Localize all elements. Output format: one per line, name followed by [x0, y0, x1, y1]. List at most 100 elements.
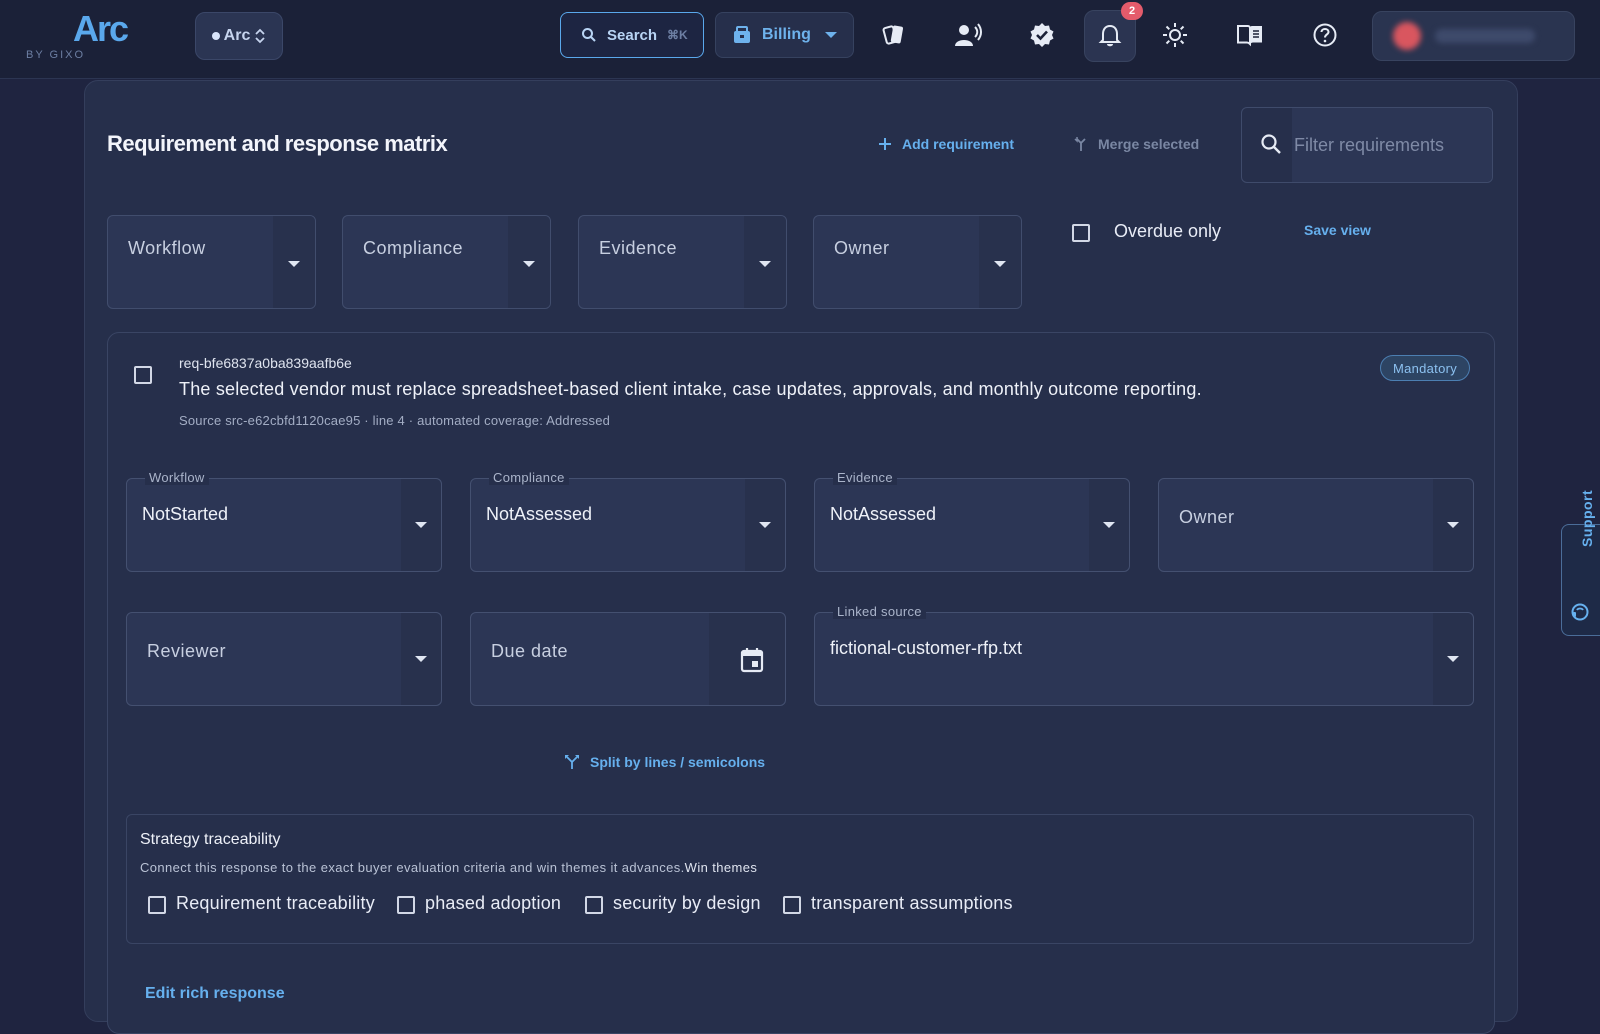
workspace-switcher[interactable]: Arc — [195, 12, 283, 60]
strategy-description: Connect this response to the exact buyer… — [140, 860, 757, 875]
chevron-down-icon — [759, 522, 771, 528]
add-requirement-button[interactable]: Add requirement — [878, 136, 1014, 152]
unfold-icon — [255, 28, 265, 44]
chevron-down-icon — [415, 522, 427, 528]
linked-source-select[interactable]: Linked source fictional-customer-rfp.txt — [814, 604, 1474, 706]
evidence-select[interactable]: Evidence NotAssessed — [814, 470, 1130, 572]
page-title: Requirement and response matrix — [107, 131, 448, 156]
theme-checkbox-phased-adoption[interactable] — [397, 896, 415, 914]
compliance-filter-label: Compliance — [363, 238, 464, 258]
requirement-select-checkbox[interactable] — [134, 366, 152, 384]
merge-icon — [1074, 137, 1086, 151]
requirement-text: The selected vendor must replace spreads… — [179, 379, 1202, 399]
reviewer-placeholder: Reviewer — [147, 641, 227, 661]
top-bar: Arc BY GIXO Arc Search ⌘K Billing 2 — [0, 0, 1600, 79]
billing-menu-button[interactable]: Billing — [715, 12, 854, 58]
logo-subtitle: BY GIXO — [26, 49, 86, 61]
search-shortcut: ⌘K — [667, 28, 688, 42]
theme-label[interactable]: phased adoption — [425, 893, 561, 914]
owner-select[interactable]: Owner — [1158, 478, 1474, 572]
workflow-filter-select[interactable]: Workflow — [107, 215, 316, 309]
workflow-select[interactable]: Workflow NotStarted — [126, 470, 442, 572]
chevron-down-icon — [415, 656, 427, 662]
chevron-down-icon — [1447, 522, 1459, 528]
book-icon[interactable] — [1235, 20, 1265, 50]
workspace-name: Arc — [223, 27, 251, 44]
plus-icon — [879, 138, 891, 150]
compliance-select[interactable]: Compliance NotAssessed — [470, 470, 786, 572]
chevron-down-icon — [1447, 656, 1459, 662]
workspace-dot-icon — [211, 32, 220, 40]
help-icon[interactable] — [1310, 20, 1340, 50]
merge-selected-button[interactable]: Merge selected — [1074, 136, 1199, 152]
theme-checkbox-requirement-traceability[interactable] — [148, 896, 166, 914]
workflow-field-label: Workflow — [145, 470, 209, 485]
search-icon — [1261, 134, 1281, 154]
evidence-field-label: Evidence — [833, 470, 897, 485]
split-by-lines-button[interactable]: Split by lines / semicolons — [564, 754, 765, 770]
billing-label: Billing — [762, 26, 811, 43]
owner-filter-label: Owner — [834, 238, 890, 258]
strategy-title: Strategy traceability — [140, 831, 281, 848]
owner-filter-select[interactable]: Owner — [813, 215, 1022, 309]
evidence-filter-label: Evidence — [599, 238, 678, 258]
overdue-only-label[interactable]: Overdue only — [1114, 221, 1221, 242]
filter-placeholder: Filter requirements — [1294, 135, 1445, 155]
avatar — [1393, 22, 1421, 50]
evidence-filter-select[interactable]: Evidence — [578, 215, 787, 309]
chevron-down-icon — [759, 261, 771, 267]
compliance-field-label: Compliance — [489, 470, 569, 485]
cards-icon[interactable] — [879, 20, 909, 50]
chevron-down-icon — [288, 261, 300, 267]
compliance-filter-select[interactable]: Compliance — [342, 215, 551, 309]
theme-checkbox-security-by-design[interactable] — [585, 896, 603, 914]
chevron-down-icon — [824, 32, 837, 38]
chevron-down-icon — [523, 261, 535, 267]
win-themes-label: Win themes — [684, 860, 758, 875]
due-date-placeholder: Due date — [491, 641, 569, 661]
logo-text: Arc — [73, 8, 129, 49]
calendar-icon[interactable] — [740, 647, 764, 673]
theme-toggle-icon[interactable] — [1160, 20, 1190, 50]
linked-source-value: fictional-customer-rfp.txt — [830, 638, 1023, 658]
bell-icon — [1098, 24, 1122, 47]
theme-label[interactable]: transparent assumptions — [811, 893, 1013, 914]
save-view-button[interactable]: Save view — [1304, 222, 1371, 238]
voice-support-icon[interactable] — [953, 20, 983, 50]
requirement-source-meta: Source src-e62cbfd1120cae95 · line 4 · a… — [179, 413, 611, 428]
reviewer-select[interactable]: Reviewer — [126, 612, 442, 706]
edit-rich-response-button[interactable]: Edit rich response — [145, 985, 285, 1003]
search-button[interactable]: Search ⌘K — [560, 12, 704, 58]
theme-label[interactable]: security by design — [613, 893, 761, 914]
evidence-value: NotAssessed — [830, 504, 937, 524]
theme-label[interactable]: Requirement traceability — [176, 893, 375, 914]
billing-icon — [734, 26, 750, 43]
theme-checkbox-transparent-assumptions[interactable] — [783, 896, 801, 914]
linked-source-label: Linked source — [833, 604, 926, 619]
support-chat-icon — [1571, 603, 1589, 621]
strategy-description-text: Connect this response to the exact buyer… — [140, 860, 685, 875]
search-icon — [582, 28, 596, 42]
due-date-input[interactable]: Due date — [470, 612, 786, 706]
user-menu-button[interactable] — [1372, 11, 1575, 61]
verified-icon[interactable] — [1027, 20, 1057, 50]
add-requirement-label: Add requirement — [902, 136, 1015, 152]
merge-selected-label: Merge selected — [1098, 136, 1200, 152]
chevron-down-icon — [1103, 522, 1115, 528]
split-icon — [565, 755, 579, 769]
user-name-redacted — [1435, 29, 1535, 43]
split-link-label: Split by lines / semicolons — [590, 754, 766, 770]
support-tab-label[interactable]: Support — [1579, 490, 1595, 547]
chevron-down-icon — [994, 261, 1006, 267]
overdue-only-checkbox[interactable] — [1072, 224, 1090, 242]
requirement-id: req-bfe6837a0ba839aafb6e — [179, 355, 352, 371]
workflow-filter-label: Workflow — [128, 238, 206, 258]
search-label: Search — [607, 26, 658, 44]
notification-count-badge: 2 — [1121, 2, 1143, 20]
mandatory-badge: Mandatory — [1380, 355, 1470, 381]
filter-requirements-input[interactable]: Filter requirements — [1241, 107, 1493, 183]
owner-placeholder: Owner — [1179, 507, 1235, 527]
strategy-traceability-panel — [126, 814, 1474, 944]
workflow-value: NotStarted — [142, 504, 229, 524]
compliance-value: NotAssessed — [486, 504, 593, 524]
